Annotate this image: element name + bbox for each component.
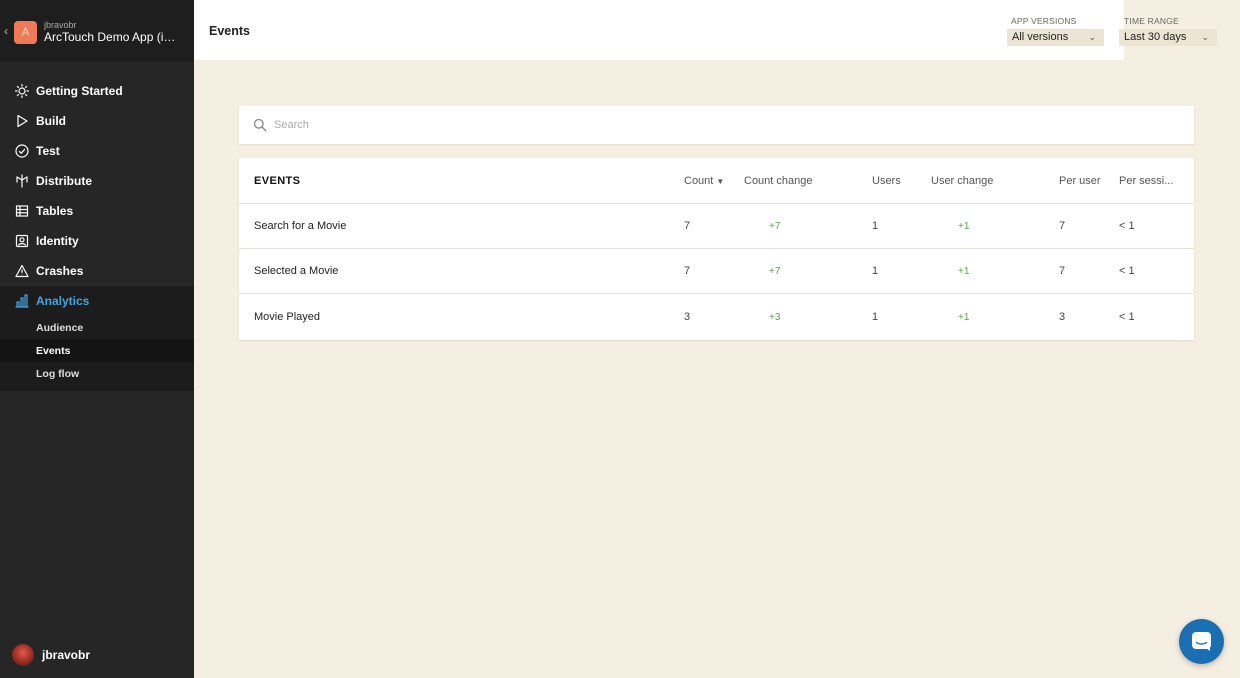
top-bar: Events <box>194 0 1124 60</box>
sidebar-item-label: Crashes <box>36 264 84 278</box>
sidebar-item-crashes[interactable]: Crashes <box>0 256 194 286</box>
event-name: Selected a Movie <box>254 265 339 277</box>
table-row[interactable]: Movie Played 3 +3 1 +1 3 < 1 <box>239 295 1194 340</box>
sidebar-nav: Getting Started Build Test Distribute Ta… <box>0 76 194 391</box>
table-header: EVENTS Count ▼ Count change Users User c… <box>239 158 1194 204</box>
column-header-users[interactable]: Users <box>872 175 901 187</box>
event-count-change: +3 <box>769 312 781 323</box>
event-users: 1 <box>872 311 879 323</box>
sort-desc-icon: ▼ <box>716 177 725 186</box>
sun-icon <box>14 83 30 99</box>
sidebar: ‹ A jbravobr ArcTouch Demo App (iOS) Get… <box>0 0 194 678</box>
event-name: Search for a Movie <box>254 220 347 232</box>
bar-chart-icon <box>14 293 30 309</box>
sidebar-item-test[interactable]: Test <box>0 136 194 166</box>
event-count-change: +7 <box>769 221 781 232</box>
subnav-item-audience[interactable]: Audience <box>0 316 194 339</box>
sidebar-item-distribute[interactable]: Distribute <box>0 166 194 196</box>
column-header-per-session[interactable]: Per sessi... <box>1119 175 1173 187</box>
chevron-down-icon: ⌄ <box>1088 32 1096 42</box>
chat-button[interactable] <box>1179 619 1224 664</box>
event-per-user: 3 <box>1059 311 1066 323</box>
sidebar-item-label: Distribute <box>36 174 93 188</box>
column-header-count[interactable]: Count ▼ <box>684 175 724 187</box>
app-owner: jbravobr <box>44 20 77 30</box>
app-name: ArcTouch Demo App (iOS) <box>44 30 184 44</box>
sidebar-item-analytics[interactable]: Analytics <box>0 286 194 316</box>
column-header-per-user[interactable]: Per user <box>1059 175 1101 187</box>
chat-icon <box>1192 632 1211 651</box>
event-per-session: < 1 <box>1119 311 1135 323</box>
event-count: 3 <box>684 311 691 323</box>
event-per-user: 7 <box>1059 265 1066 277</box>
sidebar-item-label: Getting Started <box>36 84 123 98</box>
app-versions-label: APP VERSIONS <box>1011 16 1077 26</box>
time-range-select[interactable]: Last 30 days ⌄ <box>1119 29 1217 46</box>
event-user-change: +1 <box>958 312 970 323</box>
sidebar-item-label: Build <box>36 114 66 128</box>
table-row[interactable]: Search for a Movie 7 +7 1 +1 7 < 1 <box>239 204 1194 249</box>
event-users: 1 <box>872 265 879 277</box>
event-users: 1 <box>872 220 879 232</box>
sidebar-item-label: Identity <box>36 234 79 248</box>
event-count: 7 <box>684 220 691 232</box>
sidebar-item-label: Test <box>36 144 60 158</box>
user-name: jbravobr <box>42 648 91 662</box>
app-avatar: A <box>14 21 37 44</box>
time-range-value: Last 30 days <box>1124 31 1187 43</box>
play-icon <box>14 113 30 129</box>
chevron-down-icon: ⌄ <box>1201 32 1209 42</box>
check-circle-icon <box>14 143 30 159</box>
app-switcher[interactable]: ‹ A jbravobr ArcTouch Demo App (iOS) <box>0 0 194 61</box>
distribute-icon <box>14 173 30 189</box>
app-versions-value: All versions <box>1012 31 1069 43</box>
sidebar-item-label: Tables <box>36 204 74 218</box>
event-count-change: +7 <box>769 266 781 277</box>
table-row[interactable]: Selected a Movie 7 +7 1 +1 7 < 1 <box>239 249 1194 294</box>
subnav-item-log-flow[interactable]: Log flow <box>0 362 194 385</box>
search-input[interactable] <box>274 116 1154 134</box>
search-bar <box>239 106 1194 144</box>
avatar <box>12 644 34 666</box>
column-header-count-change[interactable]: Count change <box>744 175 813 187</box>
sidebar-item-build[interactable]: Build <box>0 106 194 136</box>
sidebar-item-tables[interactable]: Tables <box>0 196 194 226</box>
sidebar-item-identity[interactable]: Identity <box>0 226 194 256</box>
user-menu[interactable]: jbravobr <box>12 644 90 666</box>
app-versions-select[interactable]: All versions ⌄ <box>1007 29 1104 46</box>
events-heading: EVENTS <box>254 175 301 187</box>
time-range-label: TIME RANGE <box>1124 16 1179 26</box>
column-header-user-change[interactable]: User change <box>931 175 993 187</box>
events-table: EVENTS Count ▼ Count change Users User c… <box>239 158 1194 340</box>
identity-icon <box>14 233 30 249</box>
analytics-subnav: Audience Events Log flow <box>0 316 194 391</box>
tables-icon <box>14 203 30 219</box>
column-label: Count <box>684 175 714 187</box>
event-user-change: +1 <box>958 266 970 277</box>
event-per-session: < 1 <box>1119 265 1135 277</box>
event-per-user: 7 <box>1059 220 1066 232</box>
event-count: 7 <box>684 265 691 277</box>
back-chevron-icon[interactable]: ‹ <box>4 24 8 38</box>
subnav-item-events[interactable]: Events <box>0 339 194 362</box>
search-icon <box>253 118 267 132</box>
warning-icon <box>14 263 30 279</box>
event-per-session: < 1 <box>1119 220 1135 232</box>
event-user-change: +1 <box>958 221 970 232</box>
page-title: Events <box>209 24 250 38</box>
sidebar-item-label: Analytics <box>36 294 90 308</box>
event-name: Movie Played <box>254 311 321 323</box>
sidebar-item-getting-started[interactable]: Getting Started <box>0 76 194 106</box>
